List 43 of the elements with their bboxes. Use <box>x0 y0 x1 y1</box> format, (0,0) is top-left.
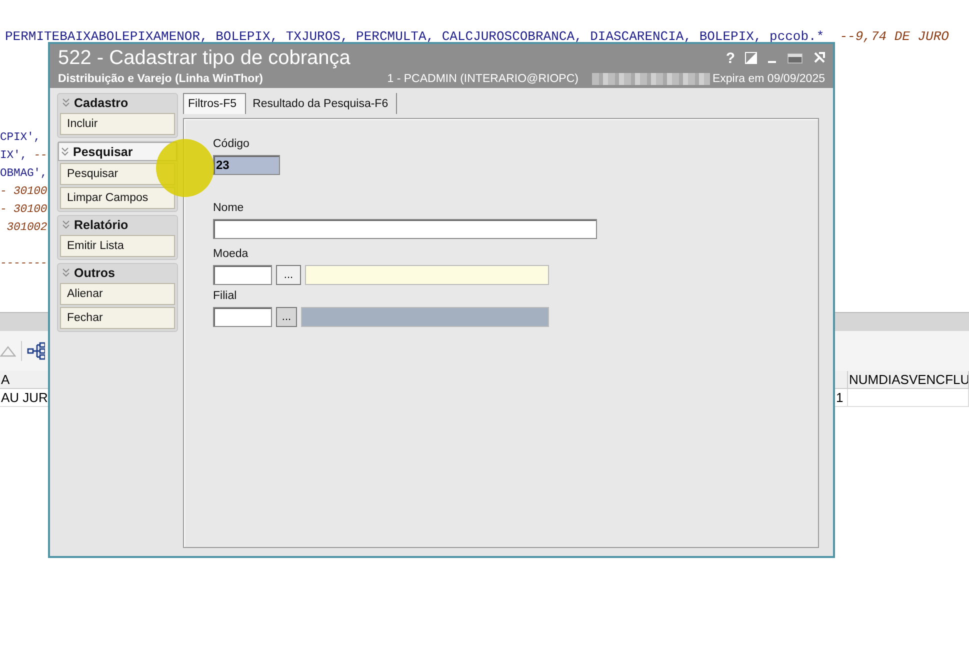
tree-icon[interactable] <box>27 342 45 360</box>
contrast-icon[interactable] <box>745 52 757 64</box>
lookup-button[interactable]: ... <box>276 265 301 285</box>
maximize-icon[interactable] <box>787 52 803 64</box>
chevron-icon[interactable] <box>62 268 70 277</box>
sidebar-button[interactable]: Fechar <box>60 307 175 329</box>
tab[interactable]: Resultado da Pesquisa-F6 <box>248 93 398 114</box>
chevron-icon[interactable] <box>62 220 70 229</box>
sidebar-button[interactable]: Limpar Campos <box>60 187 175 209</box>
code-comment: - 30100 <box>0 186 48 198</box>
code-comment: ------- <box>0 258 48 270</box>
chevron-icon[interactable] <box>61 147 69 156</box>
pin-icon[interactable] <box>813 52 825 64</box>
group-title[interactable]: Outros <box>74 266 115 280</box>
input-field[interactable] <box>213 219 597 239</box>
user-label: 1 - PCADMIN (INTERARIO@RIOPC) <box>387 73 578 85</box>
code-text: IX', <box>0 150 28 162</box>
sidebar-button[interactable]: Emitir Lista <box>60 235 175 257</box>
triangle-up-icon[interactable] <box>0 345 16 357</box>
table-cell: 1 <box>835 389 848 407</box>
tab[interactable]: Filtros-F5 <box>183 93 246 114</box>
company-label: Distribuição e Varejo (Linha WinThor) <box>58 73 264 85</box>
field-label: Moeda <box>213 247 250 261</box>
input-field[interactable] <box>213 265 272 285</box>
field-label: Nome <box>213 201 245 215</box>
code-comment: - 30100 <box>0 204 48 216</box>
code-text: PERMITEBAIXABOLEPIXAMENOR, BOLEPIX, TXJUROS, PERCMULTA, CALCJUROSCOBRANCA, DIASCARENCIA, BOLEPIX, pccob.* <box>5 29 824 44</box>
group-title[interactable]: Cadastro <box>74 96 128 110</box>
input-field[interactable]: 23 <box>213 155 280 175</box>
group-title[interactable]: Relatório <box>74 218 128 232</box>
field-label: Código <box>213 137 250 151</box>
sidebar-button[interactable]: Incluir <box>60 113 175 135</box>
input-field[interactable] <box>213 307 272 327</box>
code-text: OBMAG', <box>0 168 48 180</box>
code-comment: --9,74 DE JURO <box>838 29 949 44</box>
code-comment: 301002 <box>6 222 48 234</box>
code-comment: -- <box>34 150 48 162</box>
code-text: CPIX', <box>0 132 40 144</box>
sidebar-button[interactable]: Alienar <box>60 283 175 305</box>
expiry-label: Expira em 09/09/2025 <box>712 73 825 85</box>
chevron-icon[interactable] <box>62 98 70 107</box>
field-label: Filial <box>213 289 238 303</box>
window-title: 522 - Cadastrar tipo de cobrança <box>58 46 352 70</box>
